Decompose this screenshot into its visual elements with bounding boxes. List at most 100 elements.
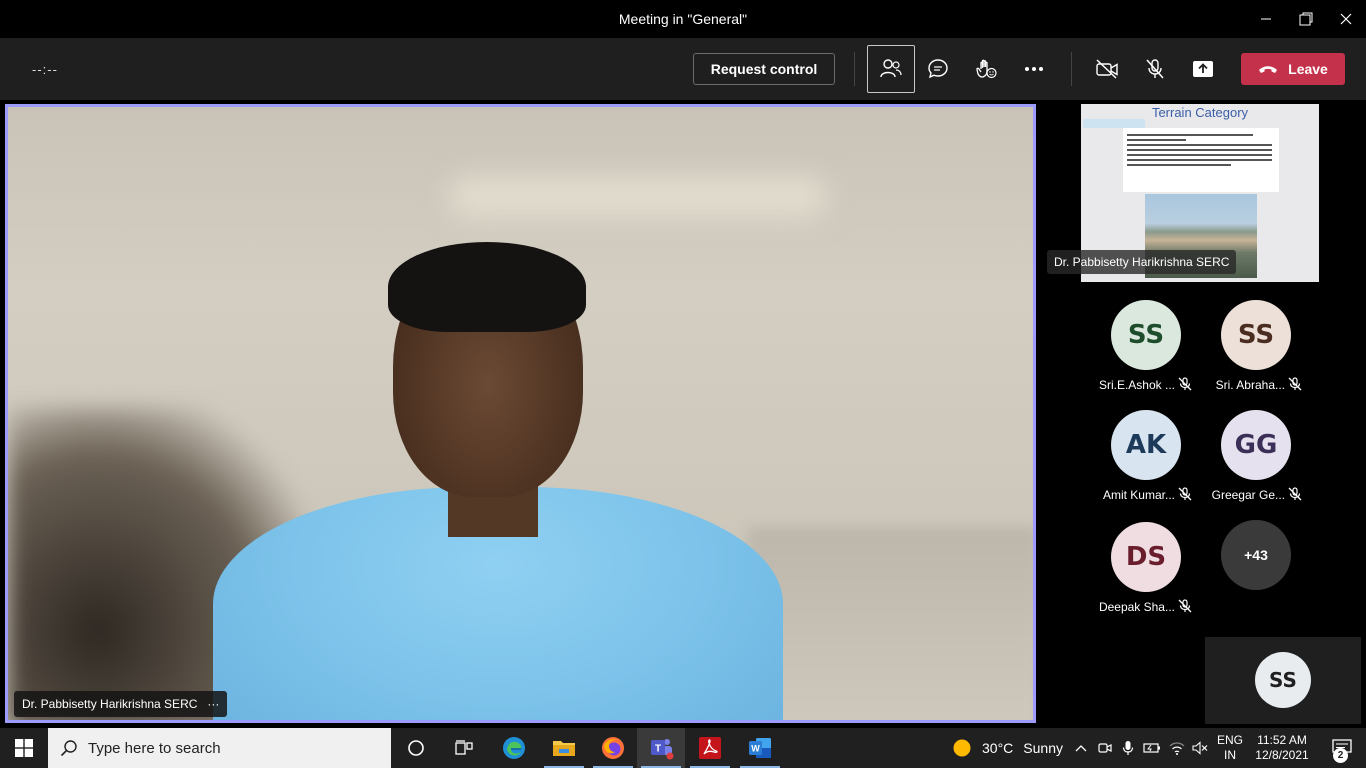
avatar: GG: [1221, 410, 1291, 480]
main-participant-name: Dr. Pabbisetty Harikrishna SERC: [22, 697, 198, 711]
slide-title: Terrain Category: [1151, 105, 1249, 120]
participant-name: Greegar Ge...: [1211, 488, 1285, 502]
toolbar-divider: [1071, 52, 1072, 86]
participants-icon: [880, 59, 902, 78]
clock-time: 11:52 AM: [1257, 733, 1307, 747]
taskbar-clock[interactable]: 11:52 AM 12/8/2021: [1250, 733, 1314, 763]
camera-tray-icon: [1098, 743, 1112, 753]
taskbar-search-box[interactable]: Type here to search: [48, 728, 391, 768]
chat-icon: [928, 59, 948, 79]
shared-screen-tile[interactable]: Terrain Category Dr. Pabbisetty Harikris…: [1041, 104, 1361, 282]
edge-taskbar-button[interactable]: [490, 728, 538, 768]
restore-icon: [1299, 12, 1313, 26]
cortana-button[interactable]: [392, 728, 440, 768]
teams-taskbar-button[interactable]: T: [637, 728, 685, 768]
close-icon: [1340, 13, 1352, 25]
windows-taskbar: Type here to search T W 30°C Sunny ENG I…: [0, 728, 1366, 768]
close-window-button[interactable]: [1326, 0, 1366, 38]
raise-hand-icon: [976, 59, 997, 79]
participant-name: Amit Kumar...: [1102, 488, 1175, 502]
task-view-icon: [455, 740, 473, 755]
lang-region: IN: [1224, 748, 1236, 762]
file-explorer-icon: [553, 741, 575, 756]
tray-volume[interactable]: [1188, 728, 1212, 768]
reactions-button[interactable]: [966, 51, 1006, 87]
more-participants-button[interactable]: +43: [1221, 520, 1291, 590]
slide-text-block: [1123, 128, 1279, 192]
weather-description: Sunny: [1023, 740, 1063, 756]
self-view-tile[interactable]: SS: [1205, 637, 1361, 724]
tray-microphone[interactable]: [1116, 728, 1140, 768]
participant-name: Sri. Abraha...: [1215, 378, 1285, 392]
input-language-indicator[interactable]: ENG IN: [1214, 733, 1246, 763]
sun-icon: [953, 739, 971, 757]
participant-tile[interactable]: SS Sri.E.Ashok ...: [1091, 300, 1201, 400]
video-ceiling-light: [448, 177, 828, 217]
cortana-icon: [408, 740, 424, 756]
share-content-button[interactable]: [1183, 51, 1223, 87]
participant-tile[interactable]: SS Sri. Abraha...: [1201, 300, 1311, 400]
word-icon: W: [749, 738, 771, 758]
participant-tile[interactable]: AK Amit Kumar...: [1091, 410, 1201, 510]
share-tray-icon: [1193, 61, 1213, 77]
task-view-button[interactable]: [440, 728, 488, 768]
microphone-icon: [1122, 741, 1134, 755]
firefox-icon: [602, 737, 624, 759]
show-hidden-icons-button[interactable]: [1069, 728, 1093, 768]
camera-off-icon: [1096, 59, 1118, 79]
mic-off-icon: [1146, 59, 1164, 79]
toolbar-divider: [854, 52, 855, 86]
main-video-tile[interactable]: Dr. Pabbisetty Harikrishna SERC ···: [5, 104, 1036, 723]
tray-network[interactable]: [1165, 728, 1189, 768]
svg-text:W: W: [751, 744, 760, 754]
avatar: DS: [1111, 522, 1181, 592]
word-taskbar-button[interactable]: W: [736, 728, 784, 768]
tray-meet-now[interactable]: [1093, 728, 1117, 768]
start-button[interactable]: [0, 728, 48, 768]
search-placeholder: Type here to search: [88, 739, 221, 757]
mic-muted-icon: [1178, 487, 1192, 501]
firefox-taskbar-button[interactable]: [589, 728, 637, 768]
acrobat-taskbar-button[interactable]: [686, 728, 734, 768]
participant-tile[interactable]: DS Deepak Sha...: [1091, 522, 1201, 622]
video-background-panel: [748, 527, 1033, 720]
minimize-button[interactable]: [1246, 0, 1286, 38]
windows-logo-icon: [15, 739, 33, 757]
avatar: SS: [1221, 300, 1291, 370]
more-options-icon: [1025, 67, 1043, 71]
mic-muted-icon: [1288, 487, 1302, 501]
mic-muted-icon: [1178, 377, 1192, 391]
weather-widget[interactable]: 30°C Sunny: [952, 728, 1063, 768]
participant-tile[interactable]: GG Greegar Ge...: [1201, 410, 1311, 510]
main-participant-label: Dr. Pabbisetty Harikrishna SERC ···: [14, 691, 228, 717]
request-control-button[interactable]: Request control: [693, 53, 835, 85]
leave-button[interactable]: Leave: [1241, 53, 1345, 85]
participant-more-button[interactable]: ···: [207, 697, 219, 711]
teams-icon: T: [651, 739, 674, 760]
lang-code: ENG: [1216, 733, 1243, 747]
restore-button[interactable]: [1286, 0, 1326, 38]
participant-name: Deepak Sha...: [1098, 600, 1175, 614]
weather-temperature: 30°C: [982, 740, 1014, 756]
svg-text:T: T: [655, 744, 661, 755]
avatar: AK: [1111, 410, 1181, 480]
clock-date: 12/8/2021: [1255, 748, 1309, 762]
presenter-name: Dr. Pabbisetty Harikrishna SERC: [1047, 250, 1237, 274]
window-title: Meeting in "General": [618, 11, 748, 27]
file-explorer-taskbar-button[interactable]: [540, 728, 588, 768]
search-icon: [60, 740, 77, 757]
mic-toggle-button[interactable]: [1135, 51, 1175, 87]
minimize-icon: [1261, 18, 1271, 20]
participants-button[interactable]: [867, 45, 915, 93]
mic-muted-icon: [1178, 599, 1192, 613]
battery-charging-icon: [1143, 743, 1160, 753]
camera-toggle-button[interactable]: [1087, 51, 1127, 87]
chat-button[interactable]: [918, 51, 958, 87]
participant-name: Sri.E.Ashok ...: [1098, 378, 1175, 392]
tray-battery[interactable]: [1140, 728, 1164, 768]
avatar: SS: [1111, 300, 1181, 370]
chevron-up-icon: [1075, 745, 1087, 752]
more-options-button[interactable]: [1014, 51, 1054, 87]
notification-count-badge: 2: [1333, 748, 1348, 763]
mic-muted-icon: [1288, 377, 1302, 391]
